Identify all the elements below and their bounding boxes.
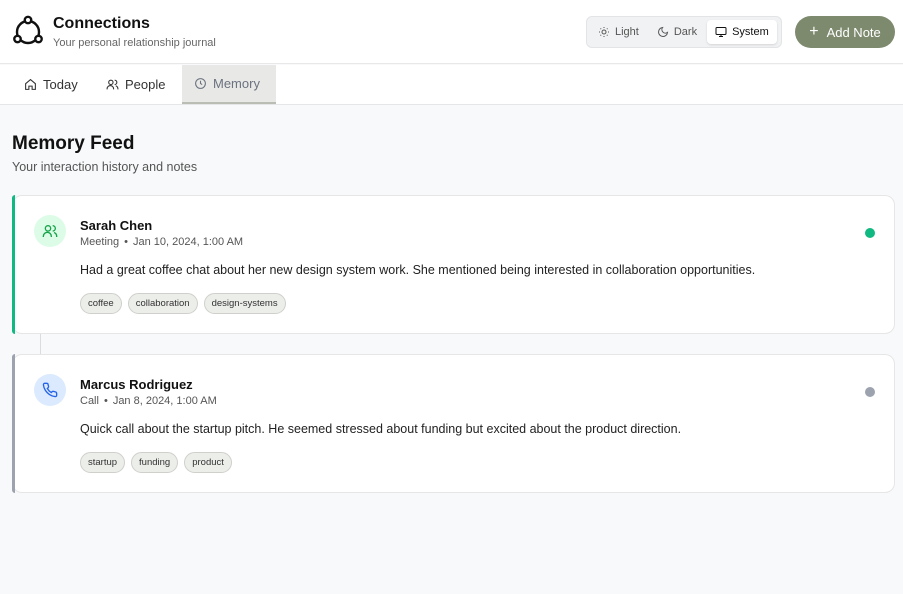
card-accent-bar [12,354,15,493]
card-accent-bar [12,195,15,334]
avatar [34,215,66,247]
home-icon [25,78,36,90]
tab-today-label: Today [43,77,78,92]
tag[interactable]: product [184,452,232,473]
monitor-icon [715,27,727,37]
tag-list: startup funding product [80,452,232,473]
app-header: Connections Your personal relationship j… [0,0,903,64]
clock-icon [195,78,206,89]
nav-tabs: Today People Memory [0,65,903,105]
timeline-connector [40,334,41,354]
users-icon [42,225,58,237]
tag[interactable]: coffee [80,293,122,314]
app-subtitle: Your personal relationship journal [53,37,216,49]
tag[interactable]: startup [80,452,126,473]
tab-memory-label: Memory [213,76,260,91]
interaction-note: Quick call about the startup pitch. He s… [80,422,682,436]
tab-today[interactable]: Today [12,65,90,104]
interaction-meta: Meeting • Jan 10, 2024, 1:00 AM [80,236,244,248]
theme-system-label: System [732,26,769,38]
theme-toggle: Light Dark System [586,16,782,48]
plus-icon: + [809,23,819,40]
tag-list: coffee collaboration design-systems [80,293,286,314]
sun-icon [599,27,609,37]
theme-dark-button[interactable]: Dark [649,20,705,44]
interaction-note: Had a great coffee chat about her new de… [80,263,756,277]
theme-light-label: Light [615,26,639,38]
interaction-date: Jan 8, 2024, 1:00 AM [112,395,217,407]
tab-people[interactable]: People [94,65,177,104]
contact-name[interactable]: Marcus Rodriguez [80,377,193,392]
connections-logo-icon [13,15,43,45]
tag[interactable]: funding [131,452,179,473]
interaction-date: Jan 10, 2024, 1:00 AM [133,236,244,248]
interaction-meta: Call • Jan 8, 2024, 1:00 AM [80,395,217,407]
phone-icon [42,382,58,398]
page-title: Memory Feed [12,133,135,154]
status-dot [865,387,875,397]
theme-system-button[interactable]: System [707,20,777,44]
tag[interactable]: collaboration [127,293,198,314]
theme-light-button[interactable]: Light [590,20,647,44]
app-title: Connections [53,15,150,32]
theme-dark-label: Dark [673,26,698,38]
users-icon [106,79,119,90]
memory-card[interactable]: Marcus Rodriguez Call • Jan 8, 2024, 1:00 … [12,354,895,493]
interaction-type: Call [80,395,99,407]
tag[interactable]: design-systems [203,293,286,314]
moon-icon [657,26,668,37]
add-note-button[interactable]: + Add Note [795,16,895,48]
memory-card[interactable]: Sarah Chen Meeting • Jan 10, 2024, 1:00 AM… [12,195,895,334]
interaction-type: Meeting [80,236,120,248]
avatar [34,374,66,406]
tab-people-label: People [125,77,166,92]
contact-name[interactable]: Sarah Chen [80,218,152,233]
status-dot [865,228,875,238]
page-subtitle: Your interaction history and notes [12,160,198,174]
tab-memory[interactable]: Memory [182,65,276,104]
add-note-label: Add Note [826,24,881,40]
